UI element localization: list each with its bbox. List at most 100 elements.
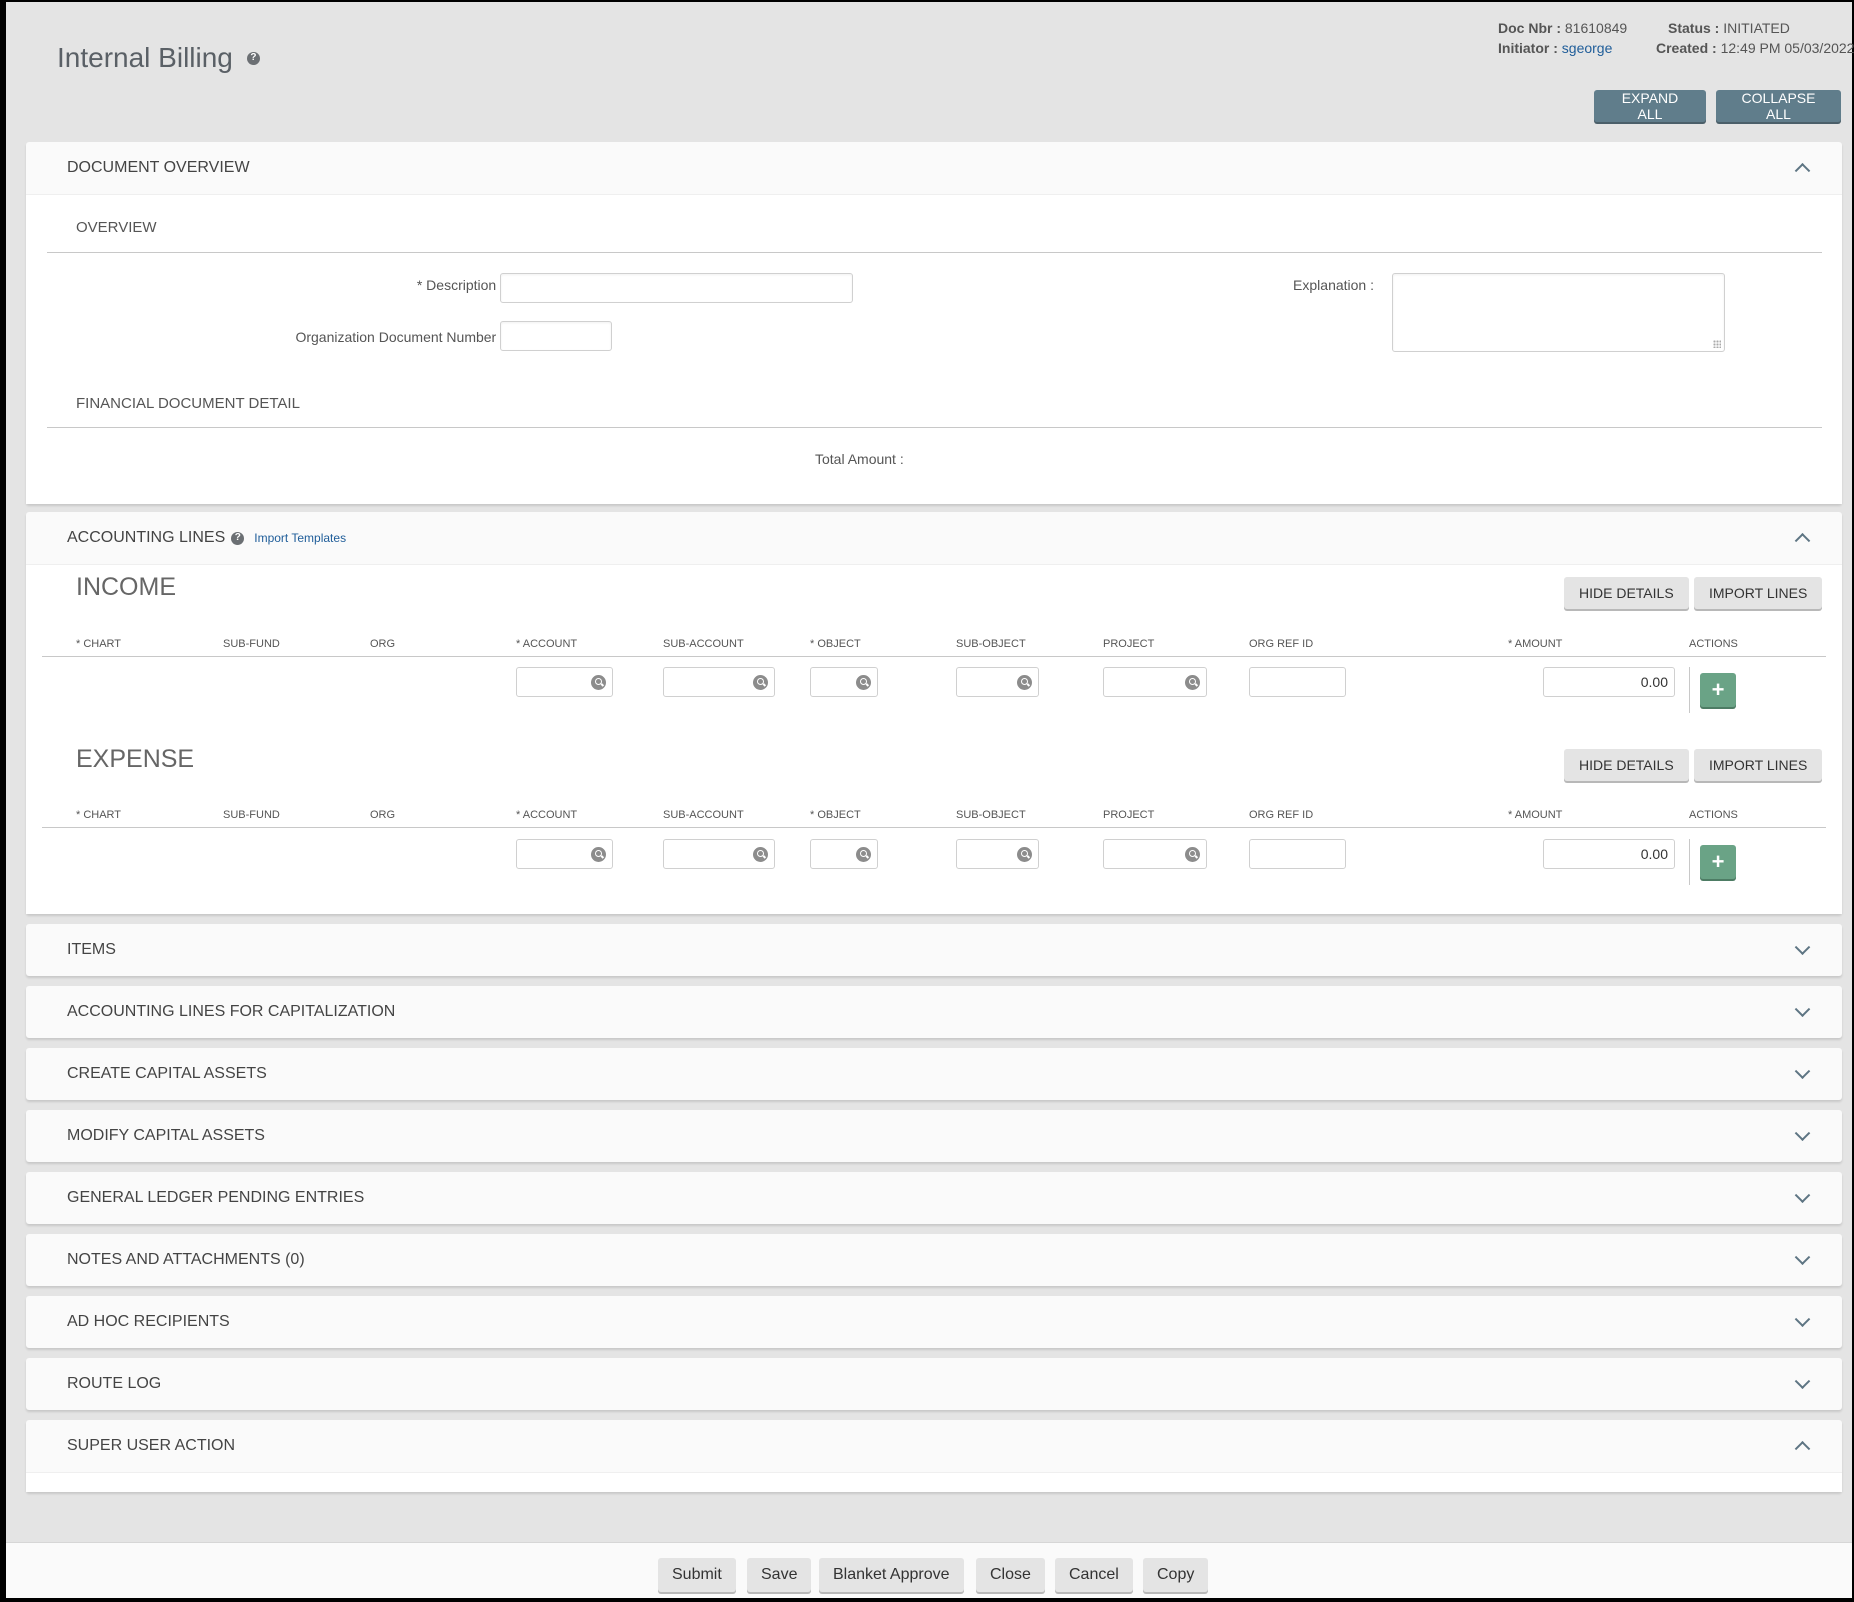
section-title: NOTES AND ATTACHMENTS (0) [67,1251,305,1268]
super-user-action-header[interactable]: SUPER USER ACTION [26,1420,1842,1472]
chevron-up-icon[interactable] [1794,532,1811,549]
search-icon[interactable] [1185,675,1200,690]
expense-org-ref-id-input[interactable] [1249,839,1346,869]
section-general-ledger-pending-entries: GENERAL LEDGER PENDING ENTRIES [26,1172,1842,1224]
import-templates-link[interactable]: Import Templates [254,531,346,545]
section-modify-capital-assets: MODIFY CAPITAL ASSETS [26,1110,1842,1162]
expense-amount-input[interactable]: 0.00 [1543,839,1675,869]
copy-button[interactable]: Copy [1143,1558,1209,1592]
initiator-label: Initiator : [1498,40,1558,56]
column-header-chart: * CHART [76,638,122,650]
page-title-text: Internal Billing [57,42,233,73]
save-button[interactable]: Save [747,1558,812,1592]
expand-all-button[interactable]: EXPAND ALL [1594,90,1706,122]
help-icon[interactable]: ? [246,51,260,65]
search-icon[interactable] [856,675,871,690]
description-field[interactable] [500,273,853,303]
section-header-items[interactable]: ITEMS [26,924,1842,976]
description-label: * Description : [416,277,504,293]
income-project-input[interactable] [1103,667,1207,697]
section-header-notes-and-attachments-0[interactable]: NOTES AND ATTACHMENTS (0) [26,1234,1842,1286]
org-doc-number-label: Organization Document Number : [295,329,504,345]
financial-document-detail-heading: FINANCIAL DOCUMENT DETAIL [76,395,300,412]
chevron-up-icon[interactable] [1794,1440,1811,1457]
income-object-input[interactable] [810,667,878,697]
income-org-ref-id-input[interactable] [1249,667,1346,697]
chevron-down-icon[interactable] [1794,1125,1811,1142]
expense-import-lines-button[interactable]: IMPORT LINES [1694,749,1823,781]
section-title: MODIFY CAPITAL ASSETS [67,1127,265,1144]
section-title: CREATE CAPITAL ASSETS [67,1065,267,1082]
search-icon[interactable] [1017,675,1032,690]
expense-object-input[interactable] [810,839,878,869]
column-header-org: ORG [370,638,396,650]
document-overview-body: OVERVIEW * Description : Organization Do… [26,194,1842,504]
collapse-all-button[interactable]: COLLAPSE ALL [1716,90,1841,122]
column-header-object: * OBJECT [810,638,861,650]
expense-sub-object-input[interactable] [956,839,1039,869]
column-header-org: ORG [370,809,396,821]
search-icon[interactable] [753,847,768,862]
income-amount-input[interactable]: 0.00 [1543,667,1675,697]
chevron-up-icon[interactable] [1794,162,1811,179]
chevron-down-icon[interactable] [1794,1001,1811,1018]
close-button[interactable]: Close [976,1558,1045,1592]
expense-hide-details-button[interactable]: HIDE DETAILS [1564,749,1689,781]
initiator-link[interactable]: sgeorge [1562,40,1613,56]
section-header-create-capital-assets[interactable]: CREATE CAPITAL ASSETS [26,1048,1842,1100]
divider [42,656,1826,657]
column-header-amount: * AMOUNT [1508,809,1563,821]
description-input[interactable] [501,274,852,302]
search-icon[interactable] [1185,847,1200,862]
submit-button[interactable]: Submit [658,1558,736,1592]
explanation-field[interactable] [1392,273,1725,352]
section-header-route-log[interactable]: ROUTE LOG [26,1358,1842,1410]
accounting-lines-panel: ACCOUNTING LINES ? Import Templates INCO… [26,512,1842,914]
income-sub-object-input[interactable] [956,667,1039,697]
section-notes-and-attachments-0: NOTES AND ATTACHMENTS (0) [26,1234,1842,1286]
section-header-ad-hoc-recipients[interactable]: AD HOC RECIPIENTS [26,1296,1842,1348]
search-icon[interactable] [591,675,606,690]
divider [42,827,1826,828]
created-label: Created : [1656,40,1717,56]
expense-sub-account-input[interactable] [663,839,775,869]
explanation-textarea[interactable] [1393,274,1724,351]
expense-account-input[interactable] [516,839,613,869]
column-header-account: * ACCOUNT [516,809,578,821]
section-header-modify-capital-assets[interactable]: MODIFY CAPITAL ASSETS [26,1110,1842,1162]
column-header-object: * OBJECT [810,809,861,821]
income-add-line-button[interactable]: + [1700,673,1736,707]
section-header-general-ledger-pending-entries[interactable]: GENERAL LEDGER PENDING ENTRIES [26,1172,1842,1224]
column-header-sub-account: SUB-ACCOUNT [663,809,744,821]
org-doc-number-input[interactable] [501,322,611,350]
section-header-accounting-lines-for-capitalization[interactable]: ACCOUNTING LINES FOR CAPITALIZATION [26,986,1842,1038]
expense-project-input[interactable] [1103,839,1207,869]
divider [47,427,1822,428]
resize-grip-icon[interactable] [1713,340,1721,348]
expense-add-line-button[interactable]: + [1700,845,1736,879]
help-icon[interactable]: ? [231,531,245,545]
column-header-org-ref-id: ORG REF ID [1249,809,1314,821]
chevron-down-icon[interactable] [1794,1249,1811,1266]
org-doc-number-field[interactable] [500,321,612,351]
chevron-down-icon[interactable] [1794,939,1811,956]
document-overview-header[interactable]: DOCUMENT OVERVIEW [26,142,1842,194]
status-value: INITIATED [1723,20,1790,36]
chevron-down-icon[interactable] [1794,1187,1811,1204]
cancel-button[interactable]: Cancel [1055,1558,1133,1592]
income-account-input[interactable] [516,667,613,697]
column-header-project: PROJECT [1103,809,1155,821]
income-sub-account-input[interactable] [663,667,775,697]
search-icon[interactable] [856,847,871,862]
search-icon[interactable] [753,675,768,690]
search-icon[interactable] [1017,847,1032,862]
income-hide-details-button[interactable]: HIDE DETAILS [1564,577,1689,609]
income-import-lines-button[interactable]: IMPORT LINES [1694,577,1823,609]
search-icon[interactable] [591,847,606,862]
blanket-approve-button[interactable]: Blanket Approve [819,1558,964,1592]
accounting-lines-header[interactable]: ACCOUNTING LINES ? Import Templates [26,512,1842,564]
chevron-down-icon[interactable] [1794,1311,1811,1328]
column-header-sub-object: SUB-OBJECT [956,809,1026,821]
chevron-down-icon[interactable] [1794,1373,1811,1390]
chevron-down-icon[interactable] [1794,1063,1811,1080]
